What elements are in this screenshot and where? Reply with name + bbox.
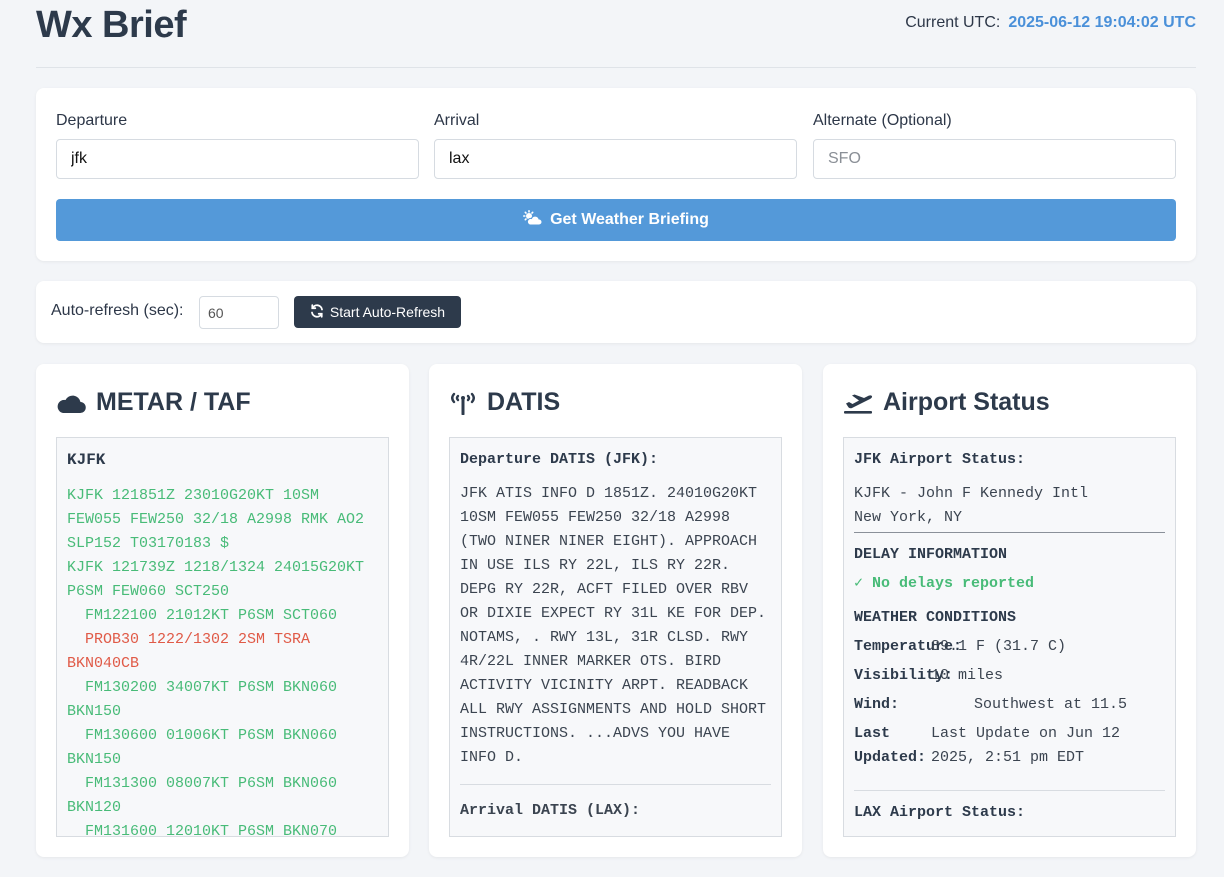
metar-taf-heading: METAR / TAF bbox=[56, 388, 251, 417]
metar-taf-line: KJFK 121851Z 23010G20KT 10SM FEW055 FEW2… bbox=[67, 487, 374, 552]
metar-taf-panel: METAR / TAF KJFK KJFK 121851Z 23010G20KT… bbox=[36, 364, 409, 857]
metar-taf-line: FM131300 08007KT P6SM BKN060 BKN120 bbox=[67, 775, 347, 816]
visibility-value: 10 miles bbox=[931, 667, 1004, 684]
airport-status-heading: Airport Status bbox=[843, 388, 1050, 417]
plane-departure-icon bbox=[843, 391, 873, 415]
status-divider bbox=[854, 790, 1165, 791]
arrival-status-heading: LAX Airport Status: bbox=[854, 804, 1026, 821]
cloud-icon bbox=[56, 392, 86, 414]
airport-status-title: Airport Status bbox=[883, 388, 1050, 416]
metar-taf-report: KJFK KJFK 121851Z 23010G20KT 10SM FEW055… bbox=[56, 437, 389, 837]
departure-airport-city: New York, NY bbox=[854, 506, 1165, 533]
metar-taf-line: FM122100 21012KT P6SM SCT060 bbox=[67, 607, 338, 624]
delay-info-heading: DELAY INFORMATION bbox=[854, 546, 1008, 563]
temperature-row: Temperature: 89.1 F (31.7 C) bbox=[854, 635, 1165, 659]
datis-report: Departure DATIS (JFK): JFK ATIS INFO D 1… bbox=[449, 437, 782, 837]
alternate-input[interactable] bbox=[813, 139, 1176, 179]
wind-value: Southwest at 11.5 bbox=[974, 696, 1128, 713]
departure-field: Departure bbox=[56, 112, 419, 179]
airport-status-report: JFK Airport Status: KJFK - John F Kenned… bbox=[843, 437, 1176, 837]
utc-label: Current UTC: bbox=[905, 14, 1001, 31]
arrival-field: Arrival bbox=[434, 112, 797, 179]
metar-lines: KJFK 121851Z 23010G20KT 10SM FEW055 FEW2… bbox=[67, 484, 378, 837]
temperature-value: 89.1 F (31.7 C) bbox=[931, 638, 1067, 655]
app-title: Wx Brief bbox=[36, 4, 187, 46]
header: Wx Brief Current UTC: 2025-06-12 19:04:02… bbox=[36, 0, 1196, 68]
station-id: KJFK bbox=[67, 451, 106, 469]
departure-airport-name: KJFK - John F Kennedy Intl bbox=[854, 485, 1089, 502]
departure-datis-heading: Departure DATIS (JFK): bbox=[460, 451, 659, 468]
alternate-label: Alternate (Optional) bbox=[813, 112, 952, 129]
metar-taf-line: KJFK 121739Z 1218/1324 24015G20KT P6SM F… bbox=[67, 559, 374, 600]
sync-icon bbox=[310, 303, 324, 321]
metar-taf-line: FM130200 34007KT P6SM BKN060 BKN150 bbox=[67, 679, 347, 720]
utc-value: 2025-06-12 19:04:02 UTC bbox=[1008, 14, 1196, 31]
broadcast-tower-icon bbox=[449, 391, 477, 415]
datis-divider bbox=[460, 784, 771, 785]
airport-status-panel: Airport Status JFK Airport Status: KJFK … bbox=[823, 364, 1196, 857]
alternate-field: Alternate (Optional) bbox=[813, 112, 1176, 179]
auto-refresh-bar: Auto-refresh (sec): Start Auto-Refresh bbox=[36, 281, 1196, 343]
metar-taf-line: FM130600 01006KT P6SM BKN060 BKN150 bbox=[67, 727, 347, 768]
last-updated-row: Last Updated: Last Update on Jun 12 2025… bbox=[854, 722, 1165, 770]
utc-clock: Current UTC: 2025-06-12 19:04:02 UTC bbox=[905, 14, 1196, 32]
departure-status-heading: JFK Airport Status: bbox=[854, 451, 1026, 468]
datis-heading: DATIS bbox=[449, 388, 560, 417]
temperature-label: Temperature: bbox=[854, 638, 963, 655]
arrival-input[interactable] bbox=[434, 139, 797, 179]
arrival-label: Arrival bbox=[434, 112, 480, 129]
wind-row: Wind: Southwest at 11.5 bbox=[854, 693, 1165, 717]
weather-conditions-heading: WEATHER CONDITIONS bbox=[854, 609, 1017, 626]
departure-input[interactable] bbox=[56, 139, 419, 179]
visibility-label: Visibility: bbox=[854, 667, 954, 684]
departure-label: Departure bbox=[56, 112, 128, 129]
auto-refresh-seconds-input[interactable] bbox=[199, 296, 279, 329]
delay-status: ✓ No delays reported bbox=[854, 575, 1035, 592]
cloud-sun-icon bbox=[523, 209, 543, 231]
route-form: Departure Arrival Alternate (Optional) G bbox=[36, 88, 1196, 261]
start-auto-refresh-label: Start Auto-Refresh bbox=[329, 304, 446, 320]
arrival-datis-heading: Arrival DATIS (LAX): bbox=[460, 802, 641, 819]
metar-taf-line: FM131600 12010KT P6SM BKN070 bbox=[67, 823, 338, 837]
taf-prob-line: PROB30 1222/1302 2SM TSRA BKN040CB bbox=[67, 631, 320, 672]
last-updated-value: Last Update on Jun 12 2025, 2:51 pm EDT bbox=[931, 725, 1121, 766]
get-weather-briefing-label: Get Weather Briefing bbox=[550, 211, 709, 228]
datis-panel: DATIS Departure DATIS (JFK): JFK ATIS IN… bbox=[429, 364, 802, 857]
datis-title: DATIS bbox=[487, 388, 561, 416]
start-auto-refresh-button[interactable]: Start Auto-Refresh bbox=[294, 296, 461, 328]
visibility-row: Visibility: 10 miles bbox=[854, 664, 1165, 688]
departure-datis-text: JFK ATIS INFO D 1851Z. 24010G20KT 10SM F… bbox=[460, 485, 776, 766]
last-updated-label: Last Updated: bbox=[854, 725, 927, 766]
get-weather-briefing-button[interactable]: Get Weather Briefing bbox=[56, 199, 1176, 241]
auto-refresh-label: Auto-refresh (sec): bbox=[51, 302, 184, 319]
wind-label: Wind: bbox=[854, 696, 900, 713]
metar-taf-title: METAR / TAF bbox=[96, 388, 251, 416]
